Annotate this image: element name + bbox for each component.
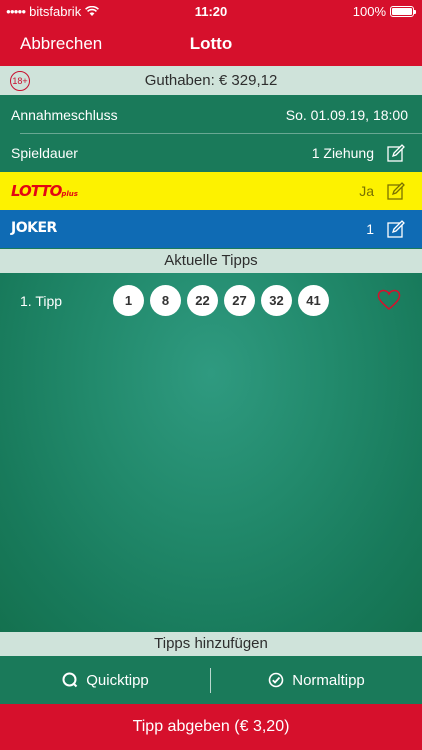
quicktipp-icon [62,672,78,688]
tip-label: 1. Tipp [20,293,63,309]
battery-icon [390,6,416,17]
lottoplus-value: Ja [359,183,374,199]
balance-bar: 18+ Guthaben: € 329,12 [0,66,422,95]
battery-group: 100% [352,4,416,19]
joker-value: 1 [366,221,374,237]
normaltipp-label: Normaltipp [292,671,365,689]
status-bar: ●●●●● bitsfabrik 11:20 100% [0,0,422,22]
number-ball: 22 [187,285,218,316]
edit-icon[interactable] [387,220,405,238]
tip-numbers: 1 8 22 27 32 41 [113,285,329,316]
heart-icon[interactable] [377,289,401,311]
number-ball: 32 [261,285,292,316]
joker-row[interactable]: JOKER 1 [0,210,422,248]
edit-icon[interactable] [387,144,405,162]
normaltipp-button[interactable]: Normaltipp [211,656,422,704]
joker-logo: JOKER [11,220,57,236]
current-tips-header: Aktuelle Tipps [0,249,422,273]
duration-row[interactable]: Spieldauer 1 Ziehung [0,134,422,172]
deadline-value: So. 01.09.19, 18:00 [285,107,408,123]
deadline-label: Annahmeschluss [11,107,118,123]
tip-row[interactable]: 1. Tipp 1 8 22 27 32 41 [0,285,422,319]
number-ball: 41 [298,285,329,316]
balance-text: Guthaben: € 329,12 [144,72,278,89]
tips-list: 1. Tipp 1 8 22 27 32 41 [0,273,422,632]
duration-label: Spieldauer [11,145,78,161]
duration-value: 1 Ziehung [311,145,374,161]
lottoplus-logo: LOTTOplus [11,182,78,200]
deadline-row: Annahmeschluss So. 01.09.19, 18:00 [0,96,422,134]
checkmark-icon [268,672,284,688]
number-ball: 27 [224,285,255,316]
edit-icon[interactable] [387,182,405,200]
quicktipp-button[interactable]: Quicktipp [0,656,211,704]
lottoplus-row[interactable]: LOTTOplus Ja [0,172,422,210]
cancel-button[interactable]: Abbrechen [20,34,102,54]
number-ball: 1 [113,285,144,316]
battery-percent: 100% [352,4,386,19]
nav-bar: Abbrechen Lotto [0,22,422,66]
submit-tip-button[interactable]: Tipp abgeben (€ 3,20) [0,704,422,750]
add-tips-header: Tipps hinzufügen [0,632,422,656]
number-ball: 8 [150,285,181,316]
quicktipp-label: Quicktipp [86,671,149,689]
add-tips-bar: Quicktipp Normaltipp [0,656,422,704]
